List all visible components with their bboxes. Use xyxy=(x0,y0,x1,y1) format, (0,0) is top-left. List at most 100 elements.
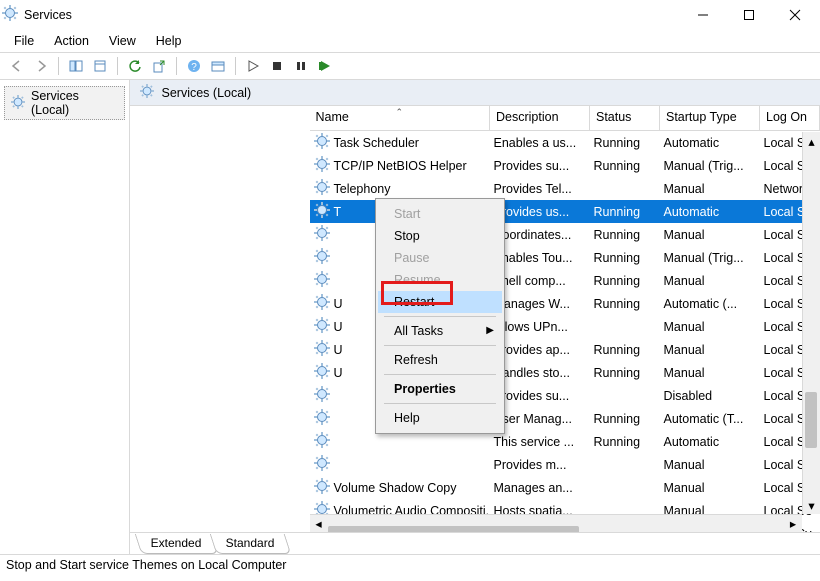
restart-service-icon[interactable] xyxy=(314,55,336,77)
service-startup: Manual xyxy=(660,453,760,476)
gear-icon xyxy=(314,202,330,221)
pause-service-icon[interactable] xyxy=(290,55,312,77)
back-icon xyxy=(6,55,28,77)
service-status: Running xyxy=(590,246,660,269)
sort-asc-icon: ⌃ xyxy=(395,107,403,118)
context-pause: Pause xyxy=(378,247,502,269)
table-row[interactable]: TCP/IP NetBIOS HelperProvides su...Runni… xyxy=(310,154,820,177)
context-refresh[interactable]: Refresh xyxy=(378,349,502,371)
gear-icon xyxy=(11,95,25,112)
service-status: Running xyxy=(590,223,660,246)
service-status: Running xyxy=(590,430,660,453)
gear-icon xyxy=(314,225,330,244)
show-hide-tree-icon[interactable] xyxy=(65,55,87,77)
minimize-button[interactable] xyxy=(680,0,726,30)
scroll-left-icon[interactable]: ◂ xyxy=(310,515,328,533)
menu-help[interactable]: Help xyxy=(146,32,192,50)
table-row[interactable]: TelephonyProvides Tel...ManualNetwork xyxy=(310,177,820,200)
service-startup: Manual xyxy=(660,177,760,200)
gear-icon xyxy=(314,271,330,290)
properties-icon[interactable] xyxy=(89,55,111,77)
column-startup-type[interactable]: Startup Type xyxy=(660,106,760,131)
gear-icon xyxy=(314,179,330,198)
scroll-up-icon[interactable]: ▴ xyxy=(803,132,820,150)
status-text: Stop and Start service Themes on Local C… xyxy=(6,558,286,572)
column-name[interactable]: ⌃Name xyxy=(310,106,490,131)
service-status: Running xyxy=(590,407,660,430)
table-row[interactable]: Volume Shadow CopyManages an...ManualLoc… xyxy=(310,476,820,499)
gear-icon xyxy=(314,294,330,313)
window-controls xyxy=(680,0,818,30)
chevron-right-icon: ▶ xyxy=(486,325,494,336)
close-button[interactable] xyxy=(772,0,818,30)
gear-icon xyxy=(314,432,330,451)
service-name: Volume Shadow Copy xyxy=(334,481,457,495)
scroll-down-icon[interactable]: ▾ xyxy=(803,496,820,514)
vertical-scrollbar[interactable]: ▴ ▾ xyxy=(802,132,820,514)
gear-icon xyxy=(2,5,18,24)
service-name: TCP/IP NetBIOS Helper xyxy=(334,159,467,173)
service-startup: Manual xyxy=(660,269,760,292)
column-status[interactable]: Status xyxy=(590,106,660,131)
export-icon[interactable] xyxy=(148,55,170,77)
service-status: Running xyxy=(590,131,660,155)
service-name: U xyxy=(334,297,343,311)
stop-service-icon[interactable] xyxy=(266,55,288,77)
tab-extended[interactable]: Extended xyxy=(134,534,217,554)
service-status xyxy=(590,476,660,499)
service-description: Provides m... xyxy=(490,453,590,476)
service-startup: Automatic xyxy=(660,131,760,155)
tree-pane: Services (Local) xyxy=(0,80,130,554)
service-name: U xyxy=(334,343,343,357)
service-startup: Automatic (... xyxy=(660,292,760,315)
context-menu: Start Stop Pause Resume Restart All Task… xyxy=(375,198,505,434)
tree-node-services-local[interactable]: Services (Local) xyxy=(4,86,125,120)
gear-icon xyxy=(140,84,154,101)
detail-header-text: Services (Local) xyxy=(162,86,252,100)
toolbar: ? xyxy=(0,52,820,80)
status-bar: Stop and Start service Themes on Local C… xyxy=(0,554,820,574)
menu-view[interactable]: View xyxy=(99,32,146,50)
service-status xyxy=(590,453,660,476)
maximize-button[interactable] xyxy=(726,0,772,30)
context-start: Start xyxy=(378,203,502,225)
help-icon[interactable]: ? xyxy=(183,55,205,77)
gear-icon xyxy=(314,455,330,474)
context-properties[interactable]: Properties xyxy=(378,378,502,400)
menu-bar: File Action View Help xyxy=(0,30,820,52)
scroll-thumb[interactable] xyxy=(805,392,817,447)
tab-standard[interactable]: Standard xyxy=(210,534,291,554)
table-row[interactable]: Task SchedulerEnables a us...RunningAuto… xyxy=(310,131,820,155)
scroll-right-icon[interactable]: ▸ xyxy=(784,515,802,533)
service-status: Running xyxy=(590,361,660,384)
column-description[interactable]: Description xyxy=(490,106,590,131)
menu-file[interactable]: File xyxy=(4,32,44,50)
gear-icon xyxy=(314,386,330,405)
service-startup: Manual xyxy=(660,361,760,384)
service-name: Telephony xyxy=(334,182,391,196)
context-all-tasks[interactable]: All Tasks▶ xyxy=(378,320,502,342)
action-pane-icon[interactable] xyxy=(207,55,229,77)
service-startup: Disabled xyxy=(660,384,760,407)
service-status: Running xyxy=(590,269,660,292)
gear-icon xyxy=(314,409,330,428)
table-row[interactable]: Provides m...ManualLocal Sy xyxy=(310,453,820,476)
title-bar: Services xyxy=(0,0,820,30)
scroll-thumb[interactable] xyxy=(328,526,579,533)
gear-icon xyxy=(314,363,330,382)
gear-icon xyxy=(314,156,330,175)
refresh-icon[interactable] xyxy=(124,55,146,77)
context-stop[interactable]: Stop xyxy=(378,225,502,247)
menu-action[interactable]: Action xyxy=(44,32,99,50)
context-help[interactable]: Help xyxy=(378,407,502,429)
forward-icon xyxy=(30,55,52,77)
context-restart[interactable]: Restart xyxy=(378,291,502,313)
service-startup: Automatic (T... xyxy=(660,407,760,430)
horizontal-scrollbar[interactable]: ◂ ▸ xyxy=(310,514,803,532)
start-service-icon[interactable] xyxy=(242,55,264,77)
column-log-on[interactable]: Log On xyxy=(760,106,820,131)
service-name: T xyxy=(334,205,342,219)
tree-node-label: Services (Local) xyxy=(31,89,118,117)
service-startup: Manual xyxy=(660,338,760,361)
service-status: Running xyxy=(590,200,660,223)
